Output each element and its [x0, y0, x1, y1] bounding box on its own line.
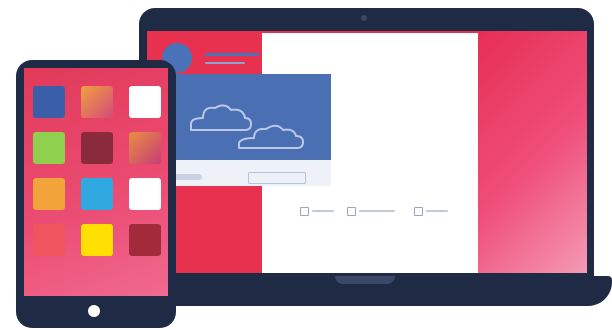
app-icon[interactable]	[33, 178, 65, 210]
app-icon[interactable]	[81, 132, 113, 164]
home-button[interactable]	[88, 305, 100, 317]
app-icon[interactable]	[81, 178, 113, 210]
app-icon[interactable]	[81, 224, 113, 256]
app-icon[interactable]	[129, 178, 161, 210]
app-icon[interactable]	[129, 86, 161, 118]
share-action[interactable]	[414, 205, 448, 217]
app-icon[interactable]	[33, 132, 65, 164]
app-icon[interactable]	[129, 132, 161, 164]
app-icon[interactable]	[81, 86, 113, 118]
share-icon	[414, 206, 423, 216]
comment-icon	[347, 206, 356, 216]
app-grid	[33, 86, 165, 256]
link-button[interactable]	[248, 172, 306, 184]
app-icon[interactable]	[129, 224, 161, 256]
comment-label-placeholder	[359, 210, 395, 212]
camera-icon	[361, 15, 367, 21]
app-icon[interactable]	[33, 86, 65, 118]
screen-background-right	[475, 31, 587, 273]
comment-action[interactable]	[347, 205, 395, 217]
like-label-placeholder	[312, 210, 334, 212]
like-icon	[300, 206, 309, 216]
share-label-placeholder	[426, 210, 448, 212]
app-icon[interactable]	[33, 224, 65, 256]
post-meta-placeholder	[205, 62, 245, 64]
like-action[interactable]	[300, 205, 334, 217]
laptop-trackpad-notch	[335, 276, 395, 284]
author-name-placeholder	[205, 53, 259, 56]
